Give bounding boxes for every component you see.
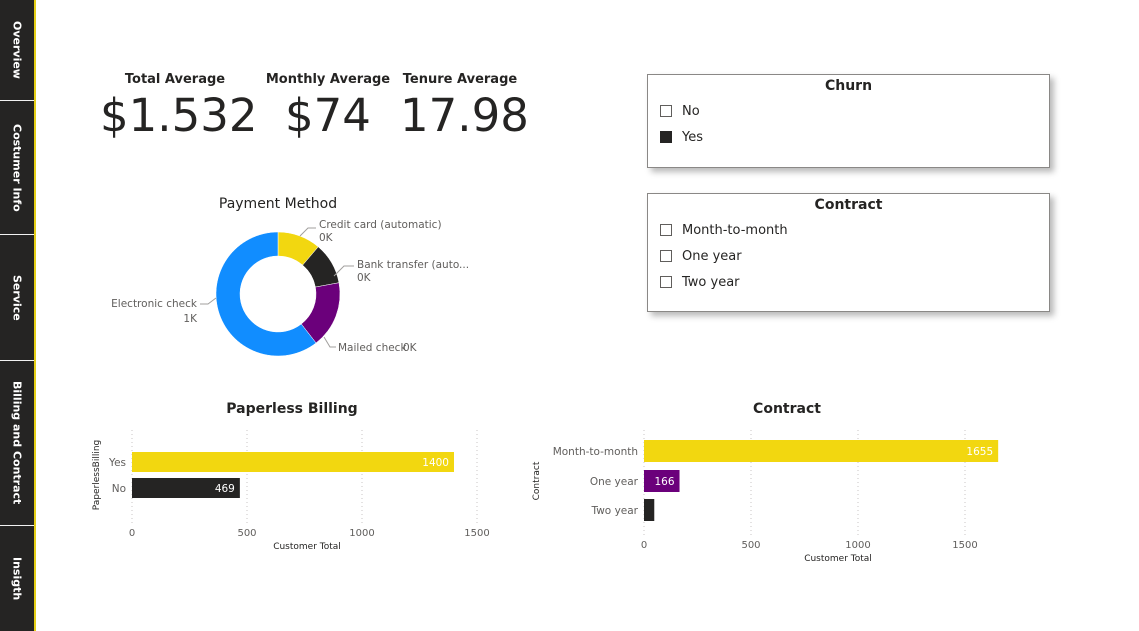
slice-label: Bank transfer (auto... <box>357 259 469 271</box>
bar <box>644 440 999 462</box>
x-tick-label: 1000 <box>349 528 374 539</box>
checkbox[interactable] <box>660 224 672 236</box>
nav-tab-label: Costumer Info <box>10 123 24 212</box>
y-axis-title: PaperlessBilling <box>92 440 102 511</box>
leader-line <box>200 297 217 305</box>
slice-data-label: 0K <box>319 232 334 244</box>
kpi-title: Total Average <box>124 72 226 87</box>
kpi-value: 17.98 <box>400 89 529 142</box>
checkbox[interactable] <box>660 105 672 117</box>
slicer-title: Churn <box>824 78 873 94</box>
side-navigation: Overview Costumer Info Service Billing a… <box>0 0 36 631</box>
x-tick-label: 500 <box>741 540 760 551</box>
kpi-value: $74 <box>285 89 371 142</box>
nav-tab-label: Service <box>10 274 24 321</box>
bar-data-label: 1655 <box>966 446 993 458</box>
x-axis-title: Customer Total <box>273 542 341 552</box>
slice-label: Electronic check <box>111 298 198 310</box>
y-category-label: Month-to-month <box>553 446 638 458</box>
chart-title: Paperless Billing <box>226 401 357 417</box>
checkbox[interactable] <box>660 131 672 143</box>
bar <box>132 452 454 472</box>
bar <box>644 499 655 521</box>
payment-method-donut-chart: Payment MethodCredit card (automatic)0KB… <box>111 196 469 357</box>
y-category-label: Yes <box>108 457 126 469</box>
x-tick-label: 0 <box>129 528 135 539</box>
chart-title: Payment Method <box>219 196 337 212</box>
option-label: Yes <box>682 129 703 145</box>
slice-data-label: 0K <box>403 342 418 354</box>
contract-option-two-year[interactable]: Two year <box>648 269 1049 295</box>
nav-tab-label: Billing and Contract <box>10 381 24 505</box>
nav-tab-insigth[interactable]: Insigth <box>0 526 34 631</box>
option-label: Month-to-month <box>682 222 788 238</box>
y-category-label: One year <box>590 476 639 488</box>
x-tick-label: 500 <box>237 528 256 539</box>
contract-option-one-year[interactable]: One year <box>648 243 1049 269</box>
nav-tab-label: Insigth <box>10 556 24 601</box>
nav-tab-label: Overview <box>10 21 24 79</box>
option-label: One year <box>682 248 742 264</box>
x-axis-title: Customer Total <box>804 554 872 564</box>
slice-data-label: 0K <box>357 272 372 284</box>
checkbox[interactable] <box>660 276 672 288</box>
x-tick-label: 1000 <box>845 540 870 551</box>
x-tick-label: 1500 <box>464 528 489 539</box>
option-label: No <box>682 103 700 119</box>
kpi-total-average: Total Average $1.532 <box>100 72 258 142</box>
nav-tab-service[interactable]: Service <box>0 235 34 361</box>
nav-tab-billing-and-contract[interactable]: Billing and Contract <box>0 361 34 526</box>
nav-tab-costumer-info[interactable]: Costumer Info <box>0 101 34 235</box>
y-category-label: Two year <box>591 505 639 517</box>
bar-data-label: 469 <box>215 483 235 495</box>
y-category-label: No <box>112 483 126 495</box>
leader-line <box>323 336 336 348</box>
kpi-value: $1.532 <box>100 89 258 142</box>
bar-data-label: 166 <box>654 476 674 488</box>
slice-data-label: 1K <box>183 313 198 325</box>
slice-label: Mailed check <box>338 342 407 354</box>
kpi-monthly-average: Monthly Average $74 <box>263 72 393 138</box>
y-axis-title: Contract <box>532 461 542 500</box>
checkbox[interactable] <box>660 250 672 262</box>
nav-tab-overview[interactable]: Overview <box>0 0 34 101</box>
contract-slicer: Contract Month-to-month One year Two yea… <box>647 193 1050 312</box>
kpi-title: Monthly Average <box>265 72 391 87</box>
slice-label: Credit card (automatic) <box>319 219 442 231</box>
kpi-tenure-average: Tenure Average 17.98 <box>400 72 529 142</box>
churn-slicer: Churn No Yes <box>647 74 1050 168</box>
option-label: Two year <box>682 274 740 290</box>
x-tick-label: 0 <box>641 540 647 551</box>
leader-line <box>299 227 316 237</box>
slicer-title: Contract <box>814 197 883 213</box>
contract-bar-chart: Contract 0 500 1000 1500 Month-to-month 1655 On… <box>532 401 999 564</box>
churn-option-no[interactable]: No <box>648 98 1049 124</box>
contract-option-month-to-month[interactable]: Month-to-month <box>648 217 1049 243</box>
x-tick-label: 1500 <box>952 540 977 551</box>
bar-data-label: 1400 <box>422 457 449 469</box>
paperless-billing-bar-chart: Paperless Billing 0 500 1000 1500 Yes 1400 No 46… <box>92 401 490 552</box>
churn-option-yes[interactable]: Yes <box>648 124 1049 150</box>
chart-title: Contract <box>753 401 821 417</box>
kpi-title: Tenure Average <box>402 72 518 87</box>
